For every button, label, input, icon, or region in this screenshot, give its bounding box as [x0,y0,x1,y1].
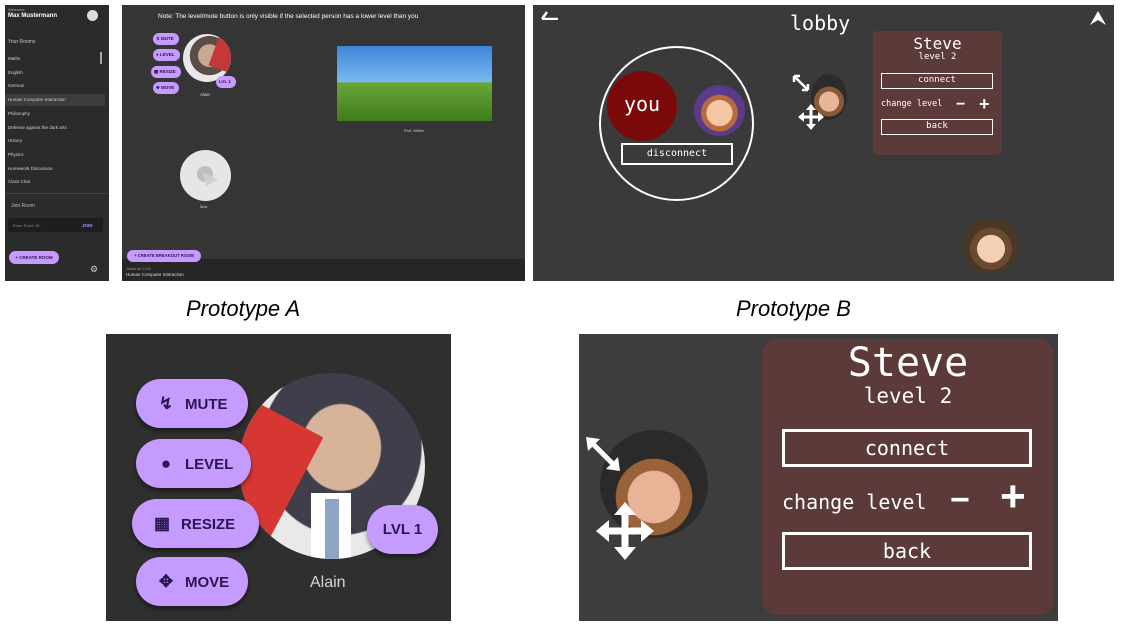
level-label: LEVEL [159,52,175,57]
resize-handle-icon[interactable] [792,74,810,92]
join-button[interactable]: JOIN [82,223,93,228]
level-minus-button[interactable]: − [956,96,965,114]
move-icon: ✥ [156,85,160,90]
level-button[interactable]: ● LEVEL [136,439,251,488]
caption-prototype-a: Prototype A [186,296,301,321]
people-icon: ● [160,454,172,473]
user-greeting: Welcome [8,7,25,12]
mic-off-icon: ↯ [158,394,174,413]
sidebar-item-room[interactable]: English [8,67,103,79]
back-button[interactable]: back [881,119,993,135]
sidebar-item-room[interactable]: Philosophy [8,108,103,120]
connect-button[interactable]: connect [881,73,993,89]
sidebar-divider [5,193,109,194]
avatar[interactable] [87,10,98,21]
mic-off-icon: ↯ [156,36,160,41]
lvl-badge-small[interactable]: LVL 1 [216,76,236,88]
shared-window[interactable] [337,46,492,121]
back-button-large[interactable]: back [782,532,1032,570]
sidebar-item-room[interactable]: History [8,135,103,147]
resize-button-small[interactable]: ▦ RESIZE [151,66,181,78]
user-name: Max Mustermann [8,13,58,19]
sidebar-item-room[interactable]: Maths [8,53,103,65]
resize-label: RESIZE [159,69,176,74]
mute-label: MUTE [185,396,228,413]
sidebar-item-room[interactable]: German [8,80,103,92]
move-icon: ✥ [158,572,174,591]
mute-label: MUTE [161,36,174,41]
move-label: MOVE [161,85,175,90]
level-plus-button-large[interactable]: + [1000,475,1026,519]
gear-icon[interactable]: ⚙ [90,264,98,275]
join-room-placeholder: Enter Room ID... [13,223,43,228]
move-handle-icon[interactable] [798,104,824,130]
person-name: Alain [310,574,346,591]
sidebar-item-room[interactable]: Human Computer Interaction [5,94,105,107]
placeholder-avatar-icon [197,166,218,186]
level-mute-note: Note: The level/mute button is only visi… [158,13,419,20]
your-rooms-heading: Your Rooms [8,39,36,45]
navigation-icon[interactable] [1090,11,1106,25]
move-label: MOVE [185,574,230,591]
resize-label: RESIZE [181,516,236,533]
create-room-button[interactable]: + CREATE ROOM [9,251,59,264]
card-level-large: level 2 [863,384,953,408]
sidebar-item-room[interactable]: Physics [8,149,103,161]
resize-icon: ▦ [154,69,159,74]
max-caption: Max [200,204,208,209]
move-button[interactable]: ✥ MOVE [136,557,248,606]
back-arrow-icon[interactable] [541,10,559,20]
people-icon: ● [156,52,159,57]
card-name: Steve [913,34,962,53]
person-name-small: Alain [200,92,211,97]
max-avatar[interactable] [180,150,231,201]
create-breakout-room-button[interactable]: + CREATE BREAKOUT ROOM [127,250,201,262]
level-minus-button-large[interactable]: − [950,481,970,520]
bottom-bar [122,259,525,281]
current-room-label: Human Computer Interaction [126,272,184,277]
level-plus-button[interactable]: + [979,94,990,115]
level-label: LEVEL [185,456,234,473]
card-level: level 2 [918,52,957,62]
other-participant-avatar[interactable] [963,218,1019,274]
mute-button[interactable]: ↯ MUTE [136,379,248,428]
sidebar-item-room[interactable]: Class Chat [8,176,103,188]
you-avatar: you [607,71,677,141]
alain-avatar[interactable] [183,34,231,82]
resize-handle-icon[interactable] [585,436,621,472]
sidebar-item-room[interactable]: Homework Discussion [8,163,103,175]
move-button-small[interactable]: ✥ MOVE [153,82,180,94]
mute-button-small[interactable]: ↯ MUTE [153,33,179,45]
sidebar-item-room[interactable]: Defense against the dark arts [8,122,103,134]
shared-window-caption: Prof. Müller [404,128,425,133]
lvl-badge[interactable]: LVL 1 [367,505,438,554]
join-rooms-heading: Join Room [11,203,35,209]
resize-button[interactable]: ▦ RESIZE [132,499,259,548]
participant-avatar[interactable] [694,85,745,136]
change-level-label: change level [881,99,943,109]
connect-button-large[interactable]: connect [782,429,1032,467]
caption-prototype-b: Prototype B [736,296,851,321]
lobby-title: lobby [790,11,851,35]
move-handle-icon[interactable] [596,502,654,560]
level-button-small[interactable]: ● LEVEL [153,49,180,61]
resize-icon: ▦ [153,514,171,533]
joined-as-label: Joined as: 1234 [126,267,151,271]
disconnect-button[interactable]: disconnect [621,143,733,165]
change-level-label-large: change level [782,490,927,514]
card-name-large: Steve [847,340,969,386]
